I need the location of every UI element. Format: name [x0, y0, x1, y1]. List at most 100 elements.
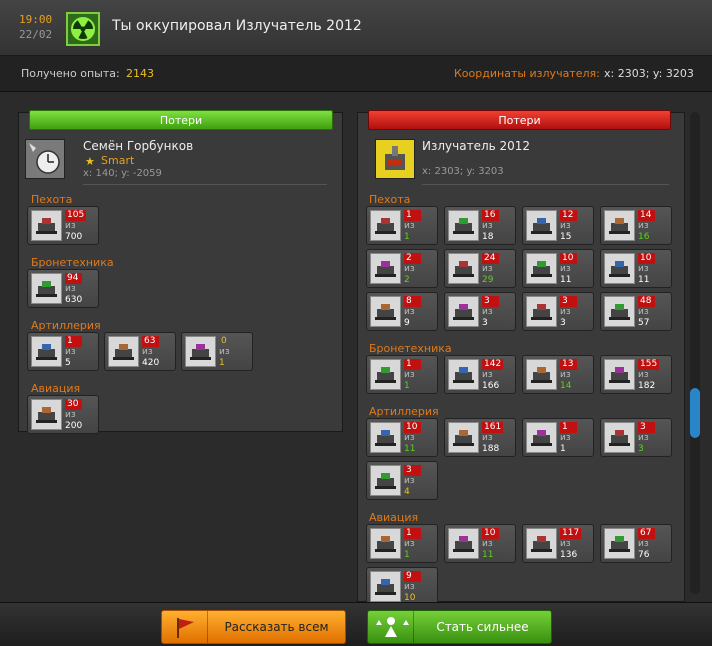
scrollbar[interactable] — [690, 112, 700, 594]
unit-card[interactable]: 3 из 3 — [522, 292, 594, 331]
unit-lost-count: 12 — [560, 210, 577, 221]
unit-total-count: 11 — [404, 444, 416, 454]
unit-total-count: 76 — [638, 550, 650, 560]
unit-lost-count: 155 — [638, 359, 660, 370]
unit-card[interactable]: 1 из 1 — [366, 206, 438, 245]
unit-total-count: 16 — [638, 232, 650, 242]
unit-card[interactable]: 10 из 11 — [522, 249, 594, 288]
unit-total-count: 1 — [404, 381, 410, 391]
unit-lost-count: 0 — [221, 336, 227, 346]
unit-card[interactable]: 155 из 182 — [600, 355, 672, 394]
unit-total-count: 700 — [65, 232, 83, 242]
unit-total-count: 1 — [219, 358, 225, 368]
unit-image — [108, 336, 139, 367]
unit-card[interactable]: 67 из 76 — [600, 524, 672, 563]
unit-total-count: 11 — [482, 550, 494, 560]
unit-of-label: из — [638, 539, 649, 549]
unit-image — [604, 210, 635, 241]
unit-lost-count: 30 — [65, 399, 82, 410]
unit-total-count: 18 — [482, 232, 494, 242]
emitter-coords: x: 2303; y: 3203 — [422, 166, 504, 177]
unit-card[interactable]: 1 из 1 — [366, 355, 438, 394]
unit-card[interactable]: 48 из 57 — [600, 292, 672, 331]
experience-value: 2143 — [126, 67, 154, 80]
unit-card[interactable]: 2 из 2 — [366, 249, 438, 288]
unit-of-label: из — [404, 476, 415, 486]
unit-of-label: из — [482, 433, 493, 443]
unit-image — [448, 422, 479, 453]
scrollbar-thumb[interactable] — [690, 388, 700, 438]
unit-image — [448, 253, 479, 284]
unit-lost-count: 2 — [404, 253, 421, 264]
unit-total-count: 1 — [404, 550, 410, 560]
unit-lost-count: 16 — [482, 210, 499, 221]
unit-of-label: из — [65, 347, 76, 357]
unit-card[interactable]: 1 из 5 — [27, 332, 99, 371]
unit-card[interactable]: 10 из 11 — [600, 249, 672, 288]
unit-of-label: из — [404, 221, 415, 231]
unit-card[interactable]: 16 из 18 — [444, 206, 516, 245]
unit-card[interactable]: 63 из 420 — [104, 332, 176, 371]
unit-card[interactable]: 9 из 10 — [366, 567, 438, 606]
player-avatar[interactable] — [25, 139, 65, 179]
get-stronger-button[interactable]: Стать сильнее — [367, 610, 552, 644]
unit-card[interactable]: 1 из 1 — [366, 524, 438, 563]
unit-card[interactable]: 13 из 14 — [522, 355, 594, 394]
unit-card[interactable]: 8 из 9 — [366, 292, 438, 331]
unit-image — [604, 253, 635, 284]
unit-card[interactable]: 10 из 11 — [366, 418, 438, 457]
unit-image — [526, 528, 557, 559]
unit-card[interactable]: 117 из 136 — [522, 524, 594, 563]
unit-image — [370, 465, 401, 496]
top-bar: 19:00 22/02 Ты оккупировал Излучатель 20… — [0, 0, 712, 56]
unit-of-label: из — [560, 307, 571, 317]
unit-lost-count: 1 — [404, 359, 421, 370]
unit-of-label: из — [404, 307, 415, 317]
tell-all-button[interactable]: Рассказать всем — [161, 610, 346, 644]
unit-total-count: 5 — [65, 358, 71, 368]
unit-card[interactable]: 3 из 3 — [600, 418, 672, 457]
unit-card[interactable]: 12 из 15 — [522, 206, 594, 245]
unit-card[interactable]: 3 из 3 — [444, 292, 516, 331]
emitter-avatar[interactable] — [375, 139, 415, 179]
emitter-name[interactable]: Излучатель 2012 — [422, 139, 530, 153]
unit-of-label: из — [560, 221, 571, 231]
unit-total-count: 630 — [65, 295, 83, 305]
unit-of-label: из — [560, 433, 571, 443]
unit-of-label: из — [142, 347, 153, 357]
unit-lost-count: 1 — [560, 422, 577, 433]
unit-total-count: 3 — [560, 318, 566, 328]
unit-lost-count: 10 — [404, 422, 421, 433]
unit-card[interactable]: 105 из 700 — [27, 206, 99, 245]
unit-card[interactable]: 161 из 188 — [444, 418, 516, 457]
unit-image — [448, 210, 479, 241]
unit-card[interactable]: 1 из 1 — [522, 418, 594, 457]
unit-lost-count: 10 — [482, 528, 499, 539]
unit-card[interactable]: 10 из 11 — [444, 524, 516, 563]
unit-card[interactable]: 94 из 630 — [27, 269, 99, 308]
unit-of-label: из — [482, 539, 493, 549]
unit-total-count: 57 — [638, 318, 650, 328]
flag-icon — [162, 611, 208, 643]
unit-image — [31, 336, 62, 367]
unit-image — [370, 210, 401, 241]
unit-card[interactable]: 3 из 4 — [366, 461, 438, 500]
unit-image — [604, 528, 635, 559]
unit-of-label: из — [404, 264, 415, 274]
player-name[interactable]: Семён Горбунков — [83, 139, 193, 153]
unit-total-count: 14 — [560, 381, 572, 391]
unit-total-count: 200 — [65, 421, 83, 431]
unit-card[interactable]: 24 из 29 — [444, 249, 516, 288]
unit-total-count: 136 — [560, 550, 578, 560]
category-label: Авиация — [31, 382, 81, 395]
unit-total-count: 2 — [404, 275, 410, 285]
player-rank: Smart — [101, 154, 135, 167]
unit-card[interactable]: 30 из 200 — [27, 395, 99, 434]
category-label: Бронетехника — [369, 342, 452, 355]
unit-lost-count: 24 — [482, 253, 499, 264]
unit-lost-count: 3 — [404, 465, 421, 476]
unit-card[interactable]: 14 из 16 — [600, 206, 672, 245]
unit-lost-count: 3 — [560, 296, 577, 307]
unit-card[interactable]: 0 из 1 — [181, 332, 253, 371]
unit-card[interactable]: 142 из 166 — [444, 355, 516, 394]
